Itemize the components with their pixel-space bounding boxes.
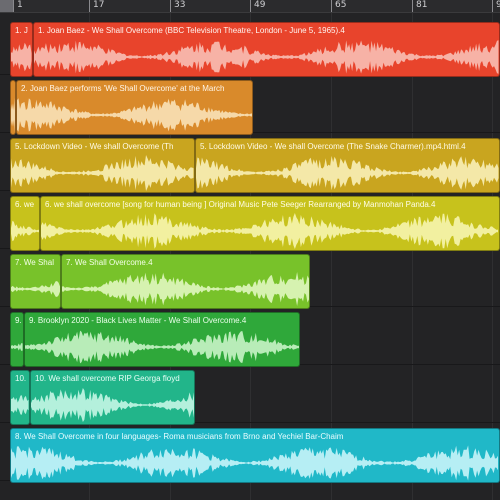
region-title: 5. Lockdown Video - We shall Overcome (T… bbox=[15, 142, 174, 151]
tracks-area[interactable]: 1. J 1. Joan Baez - We Shall Overcome (BB… bbox=[0, 13, 500, 500]
ruler-label: 65 bbox=[335, 0, 347, 10]
waveform bbox=[17, 98, 252, 132]
waveform bbox=[41, 213, 499, 249]
ruler-tick: 33 bbox=[170, 0, 185, 12]
region-title: 9. bbox=[15, 316, 21, 325]
waveform-shape bbox=[34, 40, 499, 74]
waveform-shape bbox=[25, 330, 299, 364]
waveform bbox=[11, 395, 29, 415]
waveform bbox=[11, 97, 15, 133]
ruler-label: 9 bbox=[496, 0, 500, 10]
ruler-tick: 49 bbox=[250, 0, 265, 12]
track-lane[interactable]: 1. J 1. Joan Baez - We Shall Overcome (BB… bbox=[0, 16, 500, 77]
waveform-shape bbox=[11, 445, 499, 481]
audio-region[interactable]: 2. Joan Baez performs 'We Shall Overcome… bbox=[16, 80, 253, 135]
waveform-shape bbox=[11, 281, 60, 297]
waveform bbox=[25, 330, 299, 364]
waveform-shape bbox=[11, 395, 29, 415]
audio-region[interactable]: 10. bbox=[10, 370, 30, 425]
waveform bbox=[11, 343, 23, 351]
ruler-label: 49 bbox=[254, 0, 266, 10]
ruler-tick: 1 bbox=[13, 0, 23, 12]
waveform bbox=[196, 155, 499, 191]
audio-region[interactable]: 9. Brooklyn 2020 - Black Lives Matter - … bbox=[24, 312, 300, 367]
audio-region[interactable]: 7. We Shal bbox=[10, 254, 61, 309]
ruler-label: 1 bbox=[17, 0, 23, 10]
audio-region[interactable]: 6. we bbox=[10, 196, 40, 251]
ruler-label: 17 bbox=[93, 0, 105, 10]
ruler-tick: 81 bbox=[412, 0, 427, 12]
track-lane[interactable]: 5. Lockdown Video - We shall Overcome (T… bbox=[0, 132, 500, 193]
region-title: 6. we shall overcome [song for human bei… bbox=[45, 200, 436, 209]
waveform bbox=[11, 220, 39, 242]
region-title: 7. We Shall Overcome.4 bbox=[66, 258, 153, 267]
track-lane[interactable]: 9. 9. Brooklyn 2020 - Black Lives Matter … bbox=[0, 306, 500, 367]
audio-region[interactable]: 5. Lockdown Video - We shall Overcome (T… bbox=[195, 138, 500, 193]
region-title: 1. J bbox=[15, 26, 28, 35]
ruler-tick: 9 bbox=[492, 0, 500, 12]
region-title: 8. We Shall Overcome in four languages- … bbox=[15, 432, 344, 441]
waveform bbox=[62, 272, 309, 306]
waveform-shape bbox=[196, 155, 499, 191]
audio-region[interactable]: 9. bbox=[10, 312, 24, 367]
waveform-shape bbox=[11, 97, 15, 133]
playhead-marker[interactable] bbox=[0, 0, 13, 12]
ruler-label: 81 bbox=[416, 0, 428, 10]
waveform-shape bbox=[11, 220, 39, 242]
waveform-shape bbox=[31, 388, 194, 422]
waveform bbox=[31, 388, 194, 422]
ruler-label: 33 bbox=[174, 0, 186, 10]
audio-region[interactable]: 8. We Shall Overcome in four languages- … bbox=[10, 428, 500, 483]
waveform-shape bbox=[41, 213, 499, 249]
region-title: 2. Joan Baez performs 'We Shall Overcome… bbox=[21, 84, 225, 93]
waveform bbox=[11, 445, 499, 481]
region-title: 6. we bbox=[15, 200, 35, 209]
ruler-tick: 17 bbox=[89, 0, 104, 12]
region-title: 1. Joan Baez - We Shall Overcome (BBC Te… bbox=[38, 26, 345, 35]
waveform bbox=[11, 42, 32, 72]
waveform bbox=[34, 40, 499, 74]
waveform-shape bbox=[62, 272, 309, 306]
waveform bbox=[11, 155, 194, 191]
track-lane[interactable]: 2. Joan Baez performs 'We Shall Overcome… bbox=[0, 74, 500, 135]
track-lane[interactable]: 7. We Shal 7. We Shall Overcome.4 bbox=[0, 248, 500, 309]
region-title: 5. Lockdown Video - We shall Overcome (T… bbox=[200, 142, 466, 151]
region-title: 10. bbox=[15, 374, 27, 383]
track-lane[interactable]: 6. we 6. we shall overcome [song for huma… bbox=[0, 190, 500, 251]
audio-region[interactable]: 10. We shall overcome RIP Georga floyd bbox=[30, 370, 195, 425]
track-lane[interactable]: 8. We Shall Overcome in four languages- … bbox=[0, 422, 500, 483]
audio-region[interactable]: 7. We Shall Overcome.4 bbox=[61, 254, 310, 309]
waveform-shape bbox=[11, 343, 23, 351]
timeline-ruler[interactable]: 1 17 33 49 65 81 9 bbox=[0, 0, 500, 13]
audio-region[interactable]: 1. J bbox=[10, 22, 33, 77]
track-lane[interactable]: 10. 10. We shall overcome RIP Georga floy… bbox=[0, 364, 500, 425]
audio-region[interactable]: 6. we shall overcome [song for human bei… bbox=[40, 196, 500, 251]
audio-region[interactable]: 1. Joan Baez - We Shall Overcome (BBC Te… bbox=[33, 22, 500, 77]
region-title: 10. We shall overcome RIP Georga floyd bbox=[35, 374, 180, 383]
waveform-shape bbox=[11, 42, 32, 72]
region-title: 9. Brooklyn 2020 - Black Lives Matter - … bbox=[29, 316, 247, 325]
region-title: 7. We Shal bbox=[15, 258, 54, 267]
audio-region[interactable]: 5. Lockdown Video - We shall Overcome (T… bbox=[10, 138, 195, 193]
waveform bbox=[11, 281, 60, 297]
waveform-shape bbox=[17, 98, 252, 132]
ruler-tick: 65 bbox=[331, 0, 346, 12]
waveform-shape bbox=[11, 155, 194, 191]
